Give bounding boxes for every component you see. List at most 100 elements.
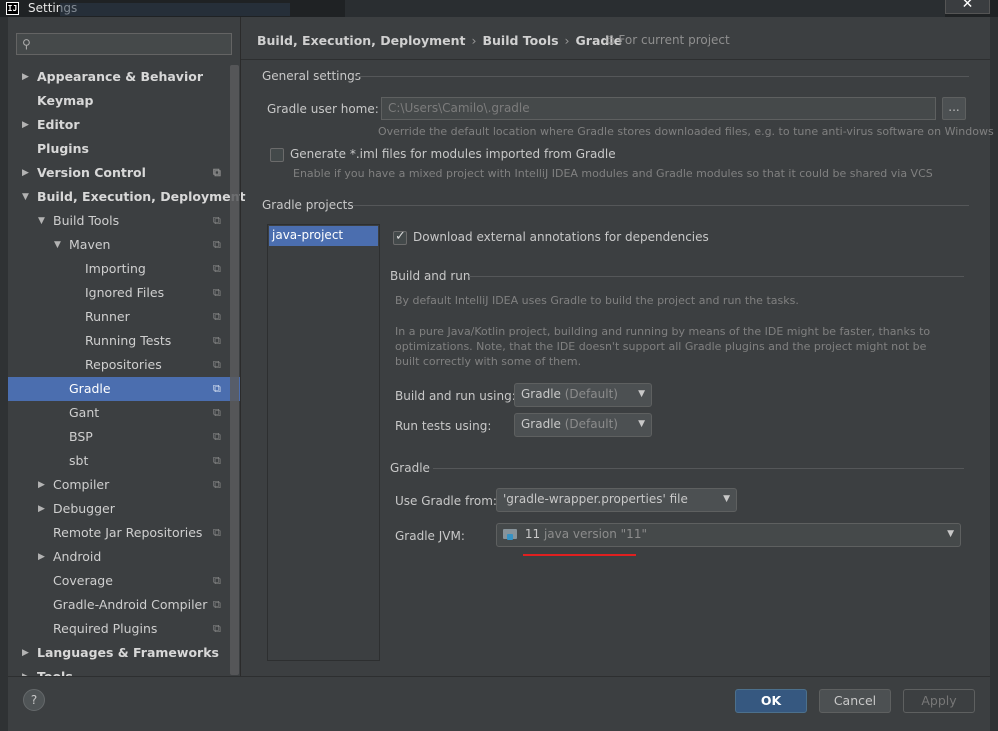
jvm-version: 11 [524, 527, 541, 541]
dropdown-value-suffix: (Default) [564, 387, 618, 401]
build-and-run-title: Build and run [390, 269, 471, 283]
project-level-icon: ⧉ [213, 478, 221, 491]
apply-button[interactable]: Apply [903, 689, 975, 713]
gradle-user-home-field[interactable]: C:\Users\Camilo\.gradle [381, 97, 936, 120]
project-level-icon: ⧉ [213, 166, 221, 179]
project-level-icon: ⧉ [213, 310, 221, 323]
tree-item[interactable]: Required Plugins ⧉ [8, 617, 240, 641]
expanded-arrow-icon[interactable]: ▼ [54, 233, 61, 257]
settings-sidebar: ⚲ ▶ Appearance & Behavior Keymap ▶ Editor Plu… [8, 17, 245, 677]
tree-item[interactable]: ▼ Build Tools ⧉ [8, 209, 240, 233]
tree-item-label: Gant [69, 405, 100, 420]
tree-item-label: Version Control [37, 165, 146, 180]
section-divider [356, 76, 969, 77]
project-scope-icon: ⧉ [606, 33, 615, 47]
tree-item-label: Required Plugins [53, 621, 158, 636]
jdk-folder-icon [503, 528, 517, 540]
tree-item-label: Debugger [53, 501, 115, 516]
dropdown-value: Gradle [521, 417, 561, 431]
project-list-item[interactable]: java-project [269, 226, 378, 246]
project-level-icon: ⧉ [213, 406, 221, 419]
tree-item[interactable]: ▼ Maven ⧉ [8, 233, 240, 257]
tree-item[interactable]: Repositories ⧉ [8, 353, 240, 377]
collapsed-arrow-icon[interactable]: ▶ [22, 65, 29, 89]
tree-item[interactable]: sbt ⧉ [8, 449, 240, 473]
expanded-arrow-icon[interactable]: ▼ [22, 185, 29, 209]
tree-item[interactable]: BSP ⧉ [8, 425, 240, 449]
collapsed-arrow-icon[interactable]: ▶ [38, 545, 45, 569]
tree-item[interactable]: Runner ⧉ [8, 305, 240, 329]
dropdown-value: Gradle [521, 387, 561, 401]
tree-item[interactable]: ▶ Android [8, 545, 240, 569]
tree-item[interactable]: Plugins [8, 137, 240, 161]
gradle-user-home-hint: Override the default location where Grad… [378, 125, 994, 138]
tree-item-label: Gradle [69, 381, 111, 396]
search-icon: ⚲ [22, 37, 31, 51]
tree-item[interactable]: Coverage ⧉ [8, 569, 240, 593]
gradle-jvm-dropdown[interactable]: 11 java version "11" ▼ [496, 523, 961, 547]
browse-button[interactable]: ... [942, 97, 966, 120]
close-window-button[interactable]: ✕ [945, 0, 990, 14]
tree-item[interactable]: ▼ Build, Execution, Deployment [8, 185, 245, 209]
tree-item[interactable]: Gant ⧉ [8, 401, 240, 425]
ok-button[interactable]: OK [735, 689, 807, 713]
breadcrumb-item: Build Tools [482, 33, 559, 48]
help-button[interactable]: ? [23, 689, 45, 711]
settings-tree: ▶ Appearance & Behavior Keymap ▶ Editor Plugi… [8, 65, 245, 677]
tree-item[interactable]: ▶ Appearance & Behavior [8, 65, 240, 89]
tree-item-label: Plugins [37, 141, 89, 156]
tree-item-label: Repositories [85, 357, 162, 372]
use-gradle-from-dropdown[interactable]: 'gradle-wrapper.properties' file ▼ [496, 488, 737, 512]
expanded-arrow-icon[interactable]: ▼ [38, 209, 45, 233]
tree-item[interactable]: ▶ Languages & Frameworks [8, 641, 240, 665]
gradle-projects-list: java-project [267, 224, 380, 661]
cancel-button[interactable]: Cancel [819, 689, 891, 713]
tree-item[interactable]: Running Tests ⧉ [8, 329, 240, 353]
scope-note-text: For current project [618, 33, 730, 47]
tree-item[interactable]: Ignored Files ⧉ [8, 281, 240, 305]
general-settings-title: General settings [262, 69, 361, 83]
tree-item-label: sbt [69, 453, 89, 468]
project-level-icon: ⧉ [213, 262, 221, 275]
tree-item-label: Build Tools [53, 213, 120, 228]
dropdown-arrow-icon: ▼ [638, 389, 645, 399]
project-level-icon: ⧉ [213, 214, 221, 227]
blurred-background [60, 3, 290, 16]
tree-item-label: Coverage [53, 573, 113, 588]
tree-item[interactable]: ▶ Compiler ⧉ [8, 473, 240, 497]
collapsed-arrow-icon[interactable]: ▶ [22, 113, 29, 137]
tree-item-label: Compiler [53, 477, 110, 492]
use-gradle-from-label: Use Gradle from: [395, 494, 497, 508]
tree-item[interactable]: Importing ⧉ [8, 257, 240, 281]
dropdown-arrow-icon: ▼ [947, 529, 954, 539]
section-divider [353, 205, 969, 206]
collapsed-arrow-icon[interactable]: ▶ [22, 161, 29, 185]
tree-item[interactable]: Remote Jar Repositories ⧉ [8, 521, 240, 545]
collapsed-arrow-icon[interactable]: ▶ [22, 641, 29, 665]
tree-item[interactable]: ▶ Editor [8, 113, 240, 137]
collapsed-arrow-icon[interactable]: ▶ [38, 497, 45, 521]
sidebar-scrollbar[interactable] [230, 65, 239, 675]
gradle-section-title: Gradle [390, 461, 430, 475]
tree-item[interactable]: Gradle ⧉ [8, 377, 240, 401]
tree-item-label: Editor [37, 117, 80, 132]
tree-item-label: Gradle-Android Compiler [53, 597, 208, 612]
tree-item-label: Android [53, 549, 102, 564]
generate-iml-checkbox[interactable] [270, 148, 284, 162]
build-run-using-dropdown[interactable]: Gradle (Default) ▼ [514, 383, 652, 407]
settings-search-field[interactable]: ⚲ [16, 33, 232, 55]
run-tests-using-dropdown[interactable]: Gradle (Default) ▼ [514, 413, 652, 437]
tree-item-label: Appearance & Behavior [37, 69, 203, 84]
collapsed-arrow-icon[interactable]: ▶ [38, 473, 45, 497]
title-bar: IJ Settings ✕ [0, 0, 998, 17]
download-annotations-label: Download external annotations for depend… [413, 230, 709, 244]
download-annotations-checkbox[interactable] [393, 229, 407, 245]
tree-item[interactable]: Keymap [8, 89, 240, 113]
tree-item[interactable]: ▶ Version Control ⧉ [8, 161, 240, 185]
project-level-icon: ⧉ [213, 454, 221, 467]
breadcrumb-separator: › [471, 33, 477, 48]
breadcrumb-item: Build, Execution, Deployment [257, 33, 466, 48]
tree-item[interactable]: ▶ Debugger [8, 497, 240, 521]
gradle-user-home-label: Gradle user home: [267, 102, 379, 116]
tree-item[interactable]: Gradle-Android Compiler ⧉ [8, 593, 240, 617]
